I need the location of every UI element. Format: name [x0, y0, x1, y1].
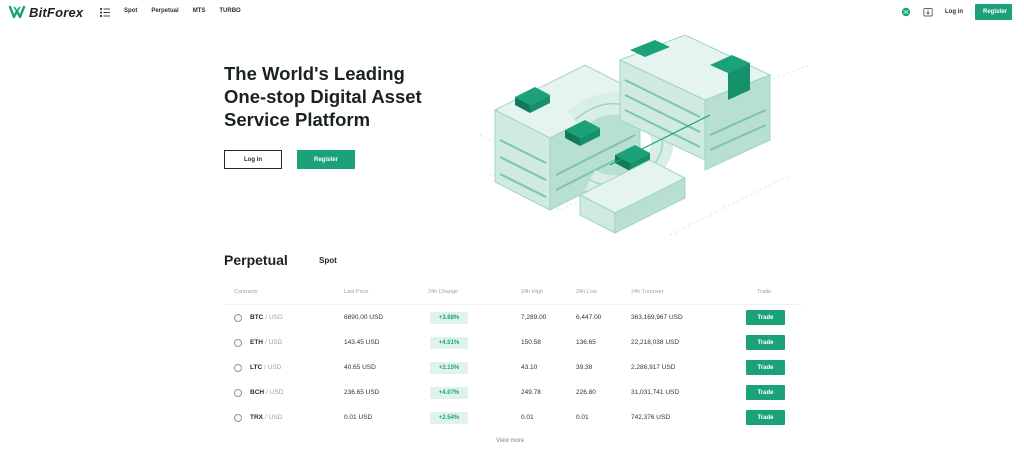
low-price: 6,447.00 — [576, 314, 602, 321]
change-cell: +2.15% — [430, 355, 468, 380]
turnover: 742,376 USD — [631, 414, 671, 421]
trade-button[interactable]: Trade — [746, 335, 785, 350]
trade-cell: Trade — [746, 405, 785, 430]
trade-cell: Trade — [746, 305, 785, 330]
hero-title: The World's Leading One-stop Digital Ass… — [224, 62, 444, 131]
apps-grid-icon[interactable] — [100, 7, 110, 18]
hero-login-button[interactable]: Log in — [224, 150, 282, 169]
nav-item-mts[interactable]: MTS — [193, 8, 206, 14]
last-price: 6890.00 USD — [344, 314, 384, 321]
high-price: 0.01 — [521, 414, 534, 421]
market-table: Contracts Last Price 24h Change 24h High… — [224, 281, 802, 430]
brand-name: BitForex — [29, 4, 84, 20]
trade-button[interactable]: Trade — [746, 385, 785, 400]
table-row[interactable]: TRX / USD 0.01 USD +2.54% 0.01 0.01 742,… — [224, 405, 802, 430]
table-row[interactable]: BTC / USD 6890.00 USD +3.68% 7,289.00 6,… — [224, 305, 802, 330]
trade-button[interactable]: Trade — [746, 310, 785, 325]
pair-quote: / USD — [265, 414, 283, 421]
bitforex-logo-icon — [8, 5, 26, 19]
bch-icon — [234, 388, 242, 397]
pair-quote: / USD — [264, 364, 282, 371]
turnover: 22,218,038 USD — [631, 339, 680, 346]
high-price: 7,289.00 — [521, 314, 547, 321]
header-login-link[interactable]: Log in — [945, 9, 963, 15]
table-row[interactable]: LTC / USD 40.65 USD +2.15% 43.10 39.38 2… — [224, 355, 802, 380]
low-price: 0.01 — [576, 414, 589, 421]
trade-button[interactable]: Trade — [746, 410, 785, 425]
trade-cell: Trade — [746, 330, 785, 355]
nav-item-perpetual[interactable]: Perpetual — [151, 8, 178, 14]
trx-icon — [234, 413, 242, 422]
last-price: 0.01 USD — [344, 414, 373, 421]
last-price: 40.65 USD — [344, 364, 376, 371]
hero-title-line: One-stop Digital Asset — [224, 86, 422, 107]
hero-register-button[interactable]: Register — [297, 150, 355, 169]
pair-base: BTC — [250, 314, 264, 321]
change-cell: +2.54% — [430, 405, 468, 430]
ltc-icon — [234, 363, 242, 372]
col-header-24h-high: 24h High — [521, 289, 544, 295]
hero-title-line: The World's Leading — [224, 63, 405, 84]
col-header-contracts: Contracts — [234, 289, 258, 295]
hero-title-line: Service Platform — [224, 109, 371, 130]
view-more-link[interactable]: View more — [496, 438, 524, 444]
tab-spot[interactable]: Spot — [319, 256, 337, 265]
main-nav: Spot Perpetual MTS TURBO — [124, 8, 241, 14]
col-header-last-price: Last Price — [344, 289, 369, 295]
trade-cell: Trade — [746, 380, 785, 405]
high-price: 43.10 — [521, 364, 538, 371]
pair-cell: BCH / USD — [234, 380, 283, 405]
pair-base: LTC — [250, 364, 263, 371]
brand-logo[interactable]: BitForex — [8, 4, 83, 20]
table-row[interactable]: ETH / USD 143.45 USD +4.51% 150.58 136.6… — [224, 330, 802, 355]
globe-icon[interactable] — [901, 7, 911, 17]
eth-icon — [234, 338, 242, 347]
last-price: 143.45 USD — [344, 339, 380, 346]
col-header-24h-turnover: 24h Turnover — [631, 289, 664, 295]
change-badge: +4.51% — [430, 336, 468, 349]
col-header-24h-change: 24h Change — [428, 289, 458, 295]
col-header-24h-low: 24h Low — [576, 289, 597, 295]
pair-base: BCH — [250, 389, 265, 396]
trade-cell: Trade — [746, 355, 785, 380]
table-row[interactable]: BCH / USD 236.65 USD +4.07% 249.78 226.8… — [224, 380, 802, 405]
change-badge: +4.07% — [430, 386, 468, 399]
change-badge: +3.68% — [430, 311, 468, 324]
tab-perpetual[interactable]: Perpetual — [224, 252, 288, 268]
pair-base: TRX — [250, 414, 263, 421]
pair-quote: / USD — [266, 389, 284, 396]
nav-item-spot[interactable]: Spot — [124, 8, 137, 14]
high-price: 150.58 — [521, 339, 541, 346]
btc-icon — [234, 313, 242, 322]
download-icon[interactable] — [923, 7, 933, 17]
low-price: 136.65 — [576, 339, 596, 346]
trade-button[interactable]: Trade — [746, 360, 785, 375]
change-cell: +3.68% — [430, 305, 468, 330]
col-header-trade: Trade — [757, 289, 772, 295]
pair-base: ETH — [250, 339, 263, 346]
last-price: 236.65 USD — [344, 389, 380, 396]
change-cell: +4.51% — [430, 330, 468, 355]
nav-item-turbo[interactable]: TURBO — [219, 8, 240, 14]
header-actions: Log in Register — [901, 4, 1012, 20]
high-price: 249.78 — [521, 389, 541, 396]
pair-cell: LTC / USD — [234, 355, 282, 380]
change-badge: +2.54% — [430, 411, 468, 424]
low-price: 226.80 — [576, 389, 596, 396]
table-header: Contracts Last Price 24h Change 24h High… — [224, 281, 802, 305]
turnover: 31,031,741 USD — [631, 389, 680, 396]
hero-isometric-illustration — [479, 35, 811, 236]
change-badge: +2.15% — [430, 361, 468, 374]
header-register-button[interactable]: Register — [975, 4, 1012, 20]
turnover: 363,169,967 USD — [631, 314, 683, 321]
change-cell: +4.07% — [430, 380, 468, 405]
pair-quote: / USD — [265, 339, 283, 346]
top-nav-bar: BitForex Spot Perpetual MTS TURBO Log in… — [0, 0, 1024, 26]
turnover: 2,286,917 USD — [631, 364, 676, 371]
pair-quote: / USD — [265, 314, 283, 321]
pair-cell: ETH / USD — [234, 330, 282, 355]
low-price: 39.38 — [576, 364, 593, 371]
pair-cell: BTC / USD — [234, 305, 283, 330]
pair-cell: TRX / USD — [234, 405, 282, 430]
